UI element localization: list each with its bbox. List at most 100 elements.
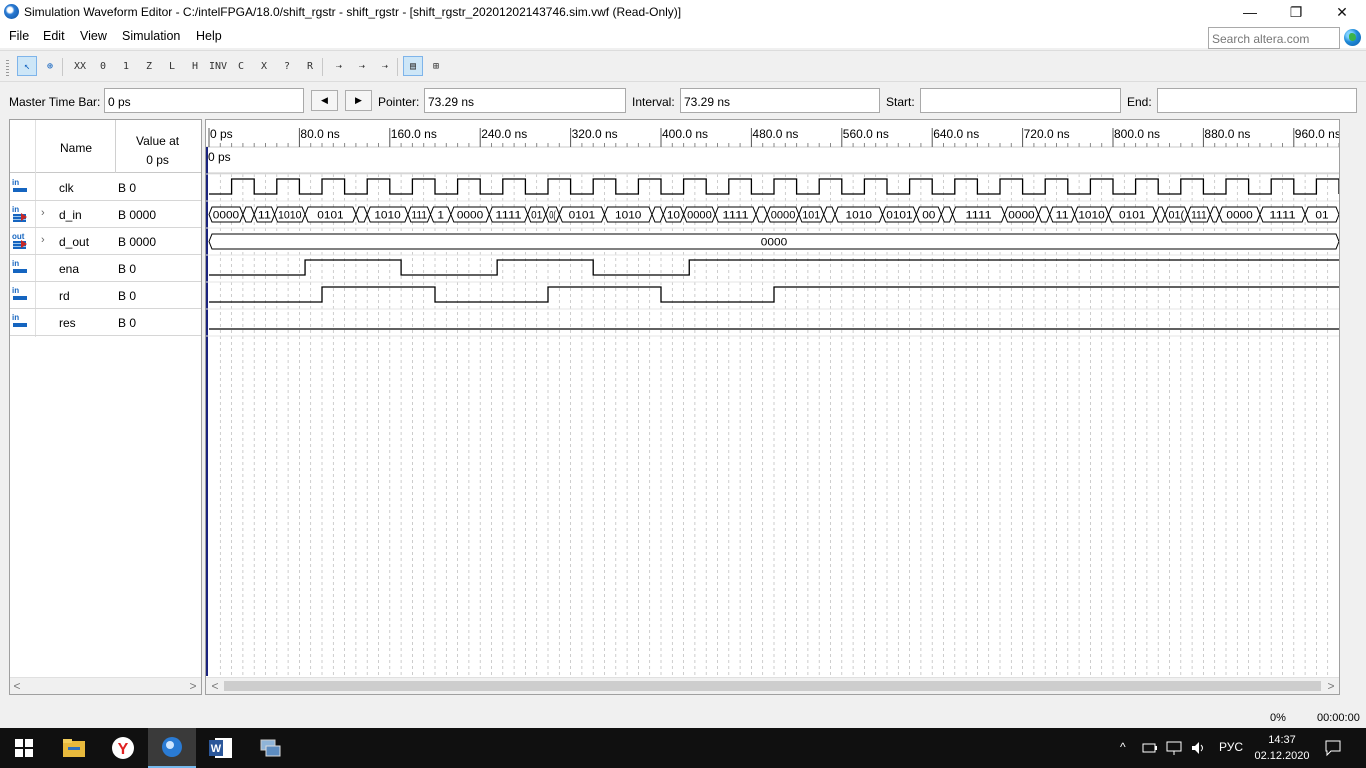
- d-in-value-label: 1010: [846, 210, 872, 222]
- input-pin-icon: in: [12, 206, 28, 222]
- signal-name: ena: [59, 262, 80, 276]
- d-in-value-label: 0000: [1008, 210, 1034, 222]
- end-field[interactable]: [1157, 88, 1357, 113]
- battery-icon[interactable]: [1142, 741, 1158, 755]
- snap-to-grid-icon[interactable]: ⇢: [329, 56, 349, 76]
- count-value-icon[interactable]: C: [231, 56, 251, 76]
- value-column-header[interactable]: Value at 0 ps: [136, 132, 179, 170]
- name-column-header[interactable]: Name: [60, 141, 92, 155]
- waveform-panel[interactable]: 0 ps 80.0 ns 160.0 ns 240.0 ns 320.0 ns 400.0…: [205, 119, 1340, 695]
- random-value-icon[interactable]: R: [300, 56, 320, 76]
- word-icon[interactable]: W: [197, 728, 245, 768]
- scroll-left-icon[interactable]: <: [10, 679, 24, 693]
- notifications-icon[interactable]: [1324, 739, 1342, 757]
- expand-chevron-icon[interactable]: ›: [41, 207, 45, 219]
- pointer-field[interactable]: 73.29 ns: [424, 88, 626, 113]
- d-in-value-label: 11: [258, 210, 271, 222]
- force-weak-low-icon[interactable]: L: [162, 56, 182, 76]
- tray-overflow-icon[interactable]: ^: [1120, 740, 1126, 754]
- d-in-value-label: 1010: [278, 210, 302, 222]
- time-tick-label: 320.0 ns: [572, 127, 618, 141]
- d-in-value-label: 1010: [374, 210, 400, 222]
- signal-value: B 0: [118, 289, 137, 303]
- overwrite-clock-icon[interactable]: X: [254, 56, 274, 76]
- close-button[interactable]: ✕: [1319, 0, 1365, 24]
- scroll-right-icon[interactable]: >: [186, 679, 200, 693]
- time-tick-label: 720.0 ns: [1024, 127, 1070, 141]
- grid-toggle-icon[interactable]: ▤: [403, 56, 423, 76]
- pointer-label: Pointer:: [378, 95, 420, 109]
- waveform-canvas[interactable]: 0 ps 80.0 ns 160.0 ns 240.0 ns 320.0 ns 400.0…: [206, 120, 1339, 676]
- zoom-tool-icon[interactable]: ⊕: [40, 56, 60, 76]
- column-divider[interactable]: [115, 120, 116, 173]
- d-in-value-label: 1111: [722, 210, 748, 222]
- restore-button[interactable]: ❐: [1273, 0, 1319, 24]
- d-in-value-label: 0000: [1226, 210, 1252, 222]
- menu-file[interactable]: File: [9, 29, 29, 43]
- selection-tool-icon[interactable]: ↖: [17, 56, 37, 76]
- insert-time-bar-icon[interactable]: ⇢: [352, 56, 372, 76]
- signal-value: B 0: [118, 262, 137, 276]
- signal-list-scrollbar[interactable]: < >: [10, 677, 201, 694]
- time-tick-label: 400.0 ns: [662, 127, 708, 141]
- master-time-bar-label: Master Time Bar:: [9, 95, 101, 109]
- wave-scroll-left-icon[interactable]: <: [208, 679, 222, 693]
- quartus-app-icon: [4, 4, 19, 19]
- prev-transition-button[interactable]: ◀: [311, 90, 338, 111]
- signal-name: res: [59, 316, 76, 330]
- interval-field[interactable]: 73.29 ns: [680, 88, 880, 113]
- minimize-button[interactable]: —: [1227, 0, 1273, 24]
- network-tool-icon[interactable]: [246, 728, 294, 768]
- menu-simulation[interactable]: Simulation: [122, 29, 180, 43]
- force-weak-high-icon[interactable]: H: [185, 56, 205, 76]
- value-header-line2: 0 ps: [146, 153, 169, 167]
- d-in-value-label: 11: [1056, 210, 1069, 222]
- quartus-icon[interactable]: [148, 728, 196, 768]
- next-transition-button[interactable]: ▶: [345, 90, 372, 111]
- insert-time-icon[interactable]: ⇢: [375, 56, 395, 76]
- d-in-value-label: 1111: [495, 210, 521, 222]
- elapsed-time: 00:00:00: [1317, 712, 1360, 724]
- pin-direction-label: in: [12, 259, 20, 268]
- signal-row-clk[interactable]: in clk B 0: [10, 174, 201, 201]
- wave-scroll-thumb[interactable]: [224, 681, 1321, 691]
- menu-help[interactable]: Help: [196, 29, 222, 43]
- signal-row-ena[interactable]: in ena B 0: [10, 255, 201, 282]
- start-icon[interactable]: [0, 728, 48, 768]
- app-window: Simulation Waveform Editor - C:/intelFPG…: [0, 0, 1366, 768]
- force-high-impedance-icon[interactable]: Z: [139, 56, 159, 76]
- arbitrary-value-icon[interactable]: ?: [277, 56, 297, 76]
- file-explorer-icon[interactable]: [50, 728, 98, 768]
- search-input[interactable]: Search altera.com: [1208, 27, 1340, 49]
- signal-row-d_in[interactable]: in › d_in B 0000: [10, 201, 201, 228]
- force-high-icon[interactable]: 1: [116, 56, 136, 76]
- menu-view[interactable]: View: [80, 29, 107, 43]
- input-pin-icon: in: [12, 179, 28, 195]
- wave-scroll-right-icon[interactable]: >: [1324, 679, 1338, 693]
- compare-icon[interactable]: ⊞: [426, 56, 446, 76]
- waveform-scrollbar[interactable]: < >: [206, 677, 1339, 694]
- menu-edit[interactable]: Edit: [43, 29, 65, 43]
- d-in-value-label: 1010: [1078, 210, 1104, 222]
- network-icon[interactable]: [1166, 740, 1182, 756]
- d-in-value-label: 0(: [549, 210, 556, 222]
- force-unknown-icon[interactable]: XX: [70, 56, 90, 76]
- language-indicator[interactable]: РУС: [1219, 740, 1243, 754]
- invert-icon[interactable]: INV: [208, 56, 228, 76]
- d-in-value-label: 0000: [213, 210, 239, 222]
- start-field[interactable]: [920, 88, 1121, 113]
- master-time-bar-field[interactable]: 0 ps: [104, 88, 304, 113]
- d-in-segment: [1155, 206, 1166, 223]
- d-in-segment: [1209, 206, 1220, 223]
- globe-icon[interactable]: [1344, 29, 1361, 46]
- toolbar-grip[interactable]: [6, 60, 9, 76]
- volume-icon[interactable]: [1190, 740, 1206, 756]
- signal-row-d_out[interactable]: out › d_out B 0000: [10, 228, 201, 255]
- signal-name: clk: [59, 181, 74, 195]
- signal-row-res[interactable]: in res B 0: [10, 309, 201, 336]
- signal-row-rd[interactable]: in rd B 0: [10, 282, 201, 309]
- clock[interactable]: 14:37 02.12.2020: [1254, 732, 1310, 764]
- yandex-browser-icon[interactable]: Y: [99, 728, 147, 768]
- expand-chevron-icon[interactable]: ›: [41, 234, 45, 246]
- force-low-icon[interactable]: 0: [93, 56, 113, 76]
